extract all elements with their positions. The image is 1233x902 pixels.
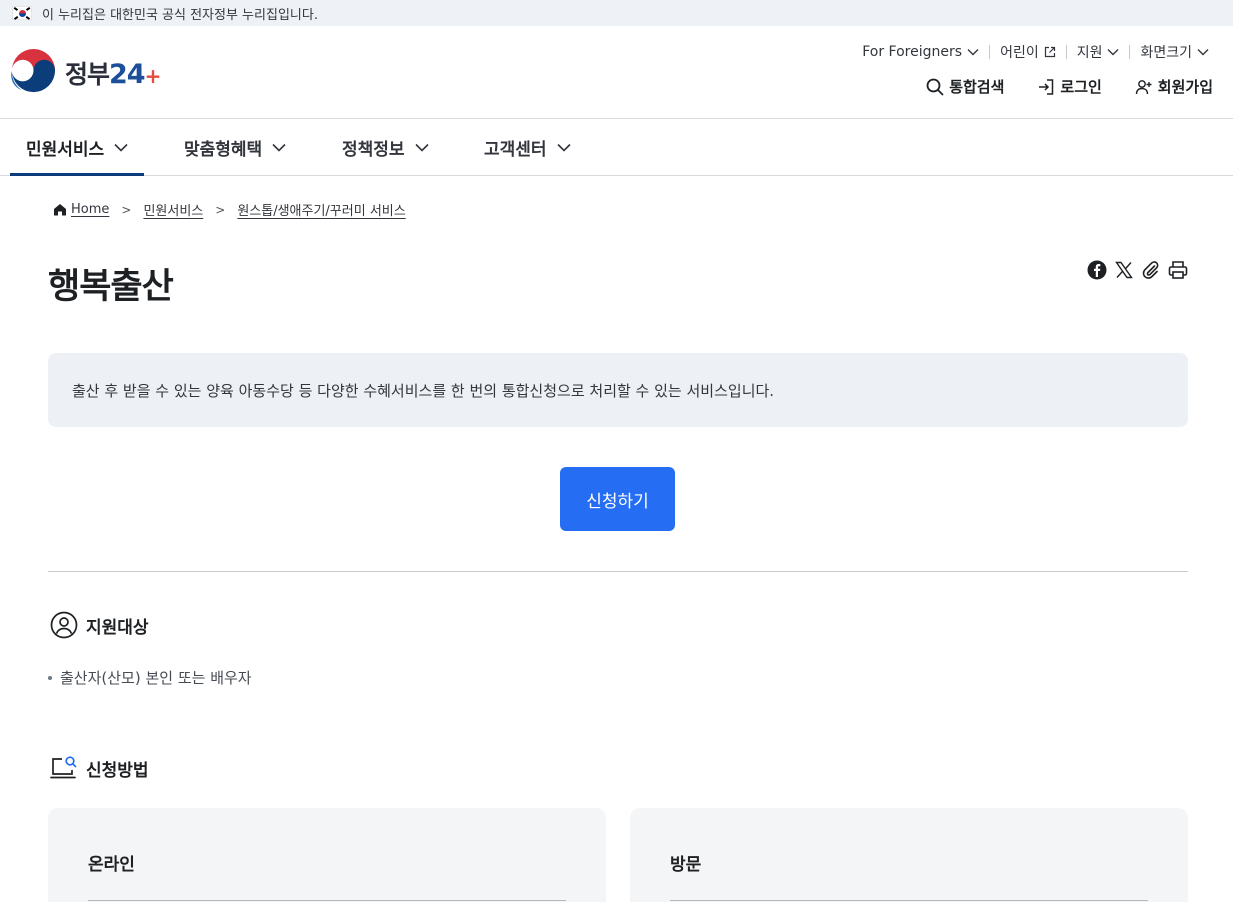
section-title-method: 신청방법: [50, 754, 149, 782]
print-icon: [1168, 261, 1188, 279]
gov-banner-text: 이 누리집은 대한민국 공식 전자정부 누리집입니다.: [42, 7, 318, 23]
list-item: 출산자(산모) 본인 또는 배우자: [48, 667, 252, 688]
section-title-target: 지원대상: [50, 611, 149, 639]
bullet: [48, 675, 52, 680]
x-icon: [1115, 261, 1133, 279]
facebook-icon: [1087, 260, 1107, 280]
chevron-down-icon: [414, 143, 429, 152]
link-icon: [1142, 261, 1159, 279]
utility-menu: For Foreigners 어린이 지원 화면크기: [852, 42, 1219, 62]
breadcrumb-separator: >: [121, 202, 132, 217]
gov-banner: 이 누리집은 대한민국 공식 전자정부 누리집입니다.: [0, 0, 1233, 26]
external-link-icon: [1044, 46, 1055, 58]
home-icon: [54, 204, 66, 216]
taeguk-logo-icon: [10, 49, 57, 96]
x-share-button[interactable]: [1113, 259, 1135, 281]
copy-link-button[interactable]: [1140, 259, 1162, 281]
facebook-share-button[interactable]: [1086, 259, 1108, 281]
card-title: 방문: [670, 855, 702, 875]
add-user-icon: [1135, 79, 1152, 94]
nav-item-custom-benefits[interactable]: 맞춤형혜택: [184, 119, 286, 175]
breadcrumb-onestop-service[interactable]: 원스톱/생애주기/꾸러미 서비스: [237, 200, 405, 219]
breadcrumb-home[interactable]: Home: [71, 202, 109, 217]
user-circle-icon: [50, 611, 78, 639]
for-foreigners-menu[interactable]: For Foreigners: [852, 44, 989, 60]
logo-text: 정부 24 +: [65, 58, 161, 90]
top-actions: 통합검색 로그인 회원가입: [893, 76, 1213, 97]
service-description: 출산 후 받을 수 있는 양육 아동수당 등 다양한 수혜서비스를 한 번의 통…: [48, 353, 1188, 427]
laptop-search-icon: [50, 756, 77, 779]
login-icon: [1039, 78, 1054, 95]
share-tools: [1081, 259, 1189, 281]
kids-link[interactable]: 어린이: [990, 42, 1066, 62]
card-title: 온라인: [88, 855, 135, 875]
nav-item-policy-info[interactable]: 정책정보: [342, 119, 429, 175]
login-button[interactable]: 로그인: [1037, 76, 1102, 97]
chevron-down-icon: [1197, 49, 1209, 56]
support-menu[interactable]: 지원: [1067, 42, 1130, 62]
font-size-menu[interactable]: 화면크기: [1130, 42, 1219, 62]
chevron-down-icon: [114, 143, 128, 152]
nav-item-civil-service[interactable]: 민원서비스: [9, 119, 145, 176]
breadcrumb: Home > 민원서비스 > 원스톱/생애주기/꾸러미 서비스: [53, 200, 406, 219]
card-divider: [88, 900, 566, 901]
nav-item-customer-center[interactable]: 고객센터: [484, 119, 571, 175]
korea-flag-icon: [12, 6, 32, 20]
breadcrumb-civil-service[interactable]: 민원서비스: [143, 200, 203, 219]
print-button[interactable]: [1167, 259, 1189, 281]
site-logo[interactable]: 정부 24 +: [10, 49, 161, 96]
breadcrumb-separator: >: [215, 202, 226, 217]
search-icon: [926, 78, 944, 96]
page-title: 행복출산: [48, 267, 174, 307]
integrated-search-button[interactable]: 통합검색: [926, 76, 1004, 97]
method-card-visit: 방문: [630, 808, 1188, 902]
chevron-down-icon: [1107, 49, 1119, 56]
chevron-down-icon: [272, 143, 286, 152]
card-divider: [670, 900, 1148, 901]
chevron-down-icon: [556, 143, 571, 152]
apply-button[interactable]: 신청하기: [560, 467, 675, 531]
method-card-online: 온라인: [48, 808, 606, 902]
section-divider: [48, 571, 1188, 572]
signup-button[interactable]: 회원가입: [1135, 76, 1213, 97]
chevron-down-icon: [967, 49, 979, 56]
main-navigation: 민원서비스 맞춤형혜택 정책정보 고객센터: [0, 119, 1233, 176]
site-header: 정부24+ For Foreigners 어린이 지원 화면크기 통합검색: [0, 26, 1233, 119]
service-description-text: 출산 후 받을 수 있는 양육 아동수당 등 다양한 수혜서비스를 한 번의 통…: [72, 381, 775, 400]
